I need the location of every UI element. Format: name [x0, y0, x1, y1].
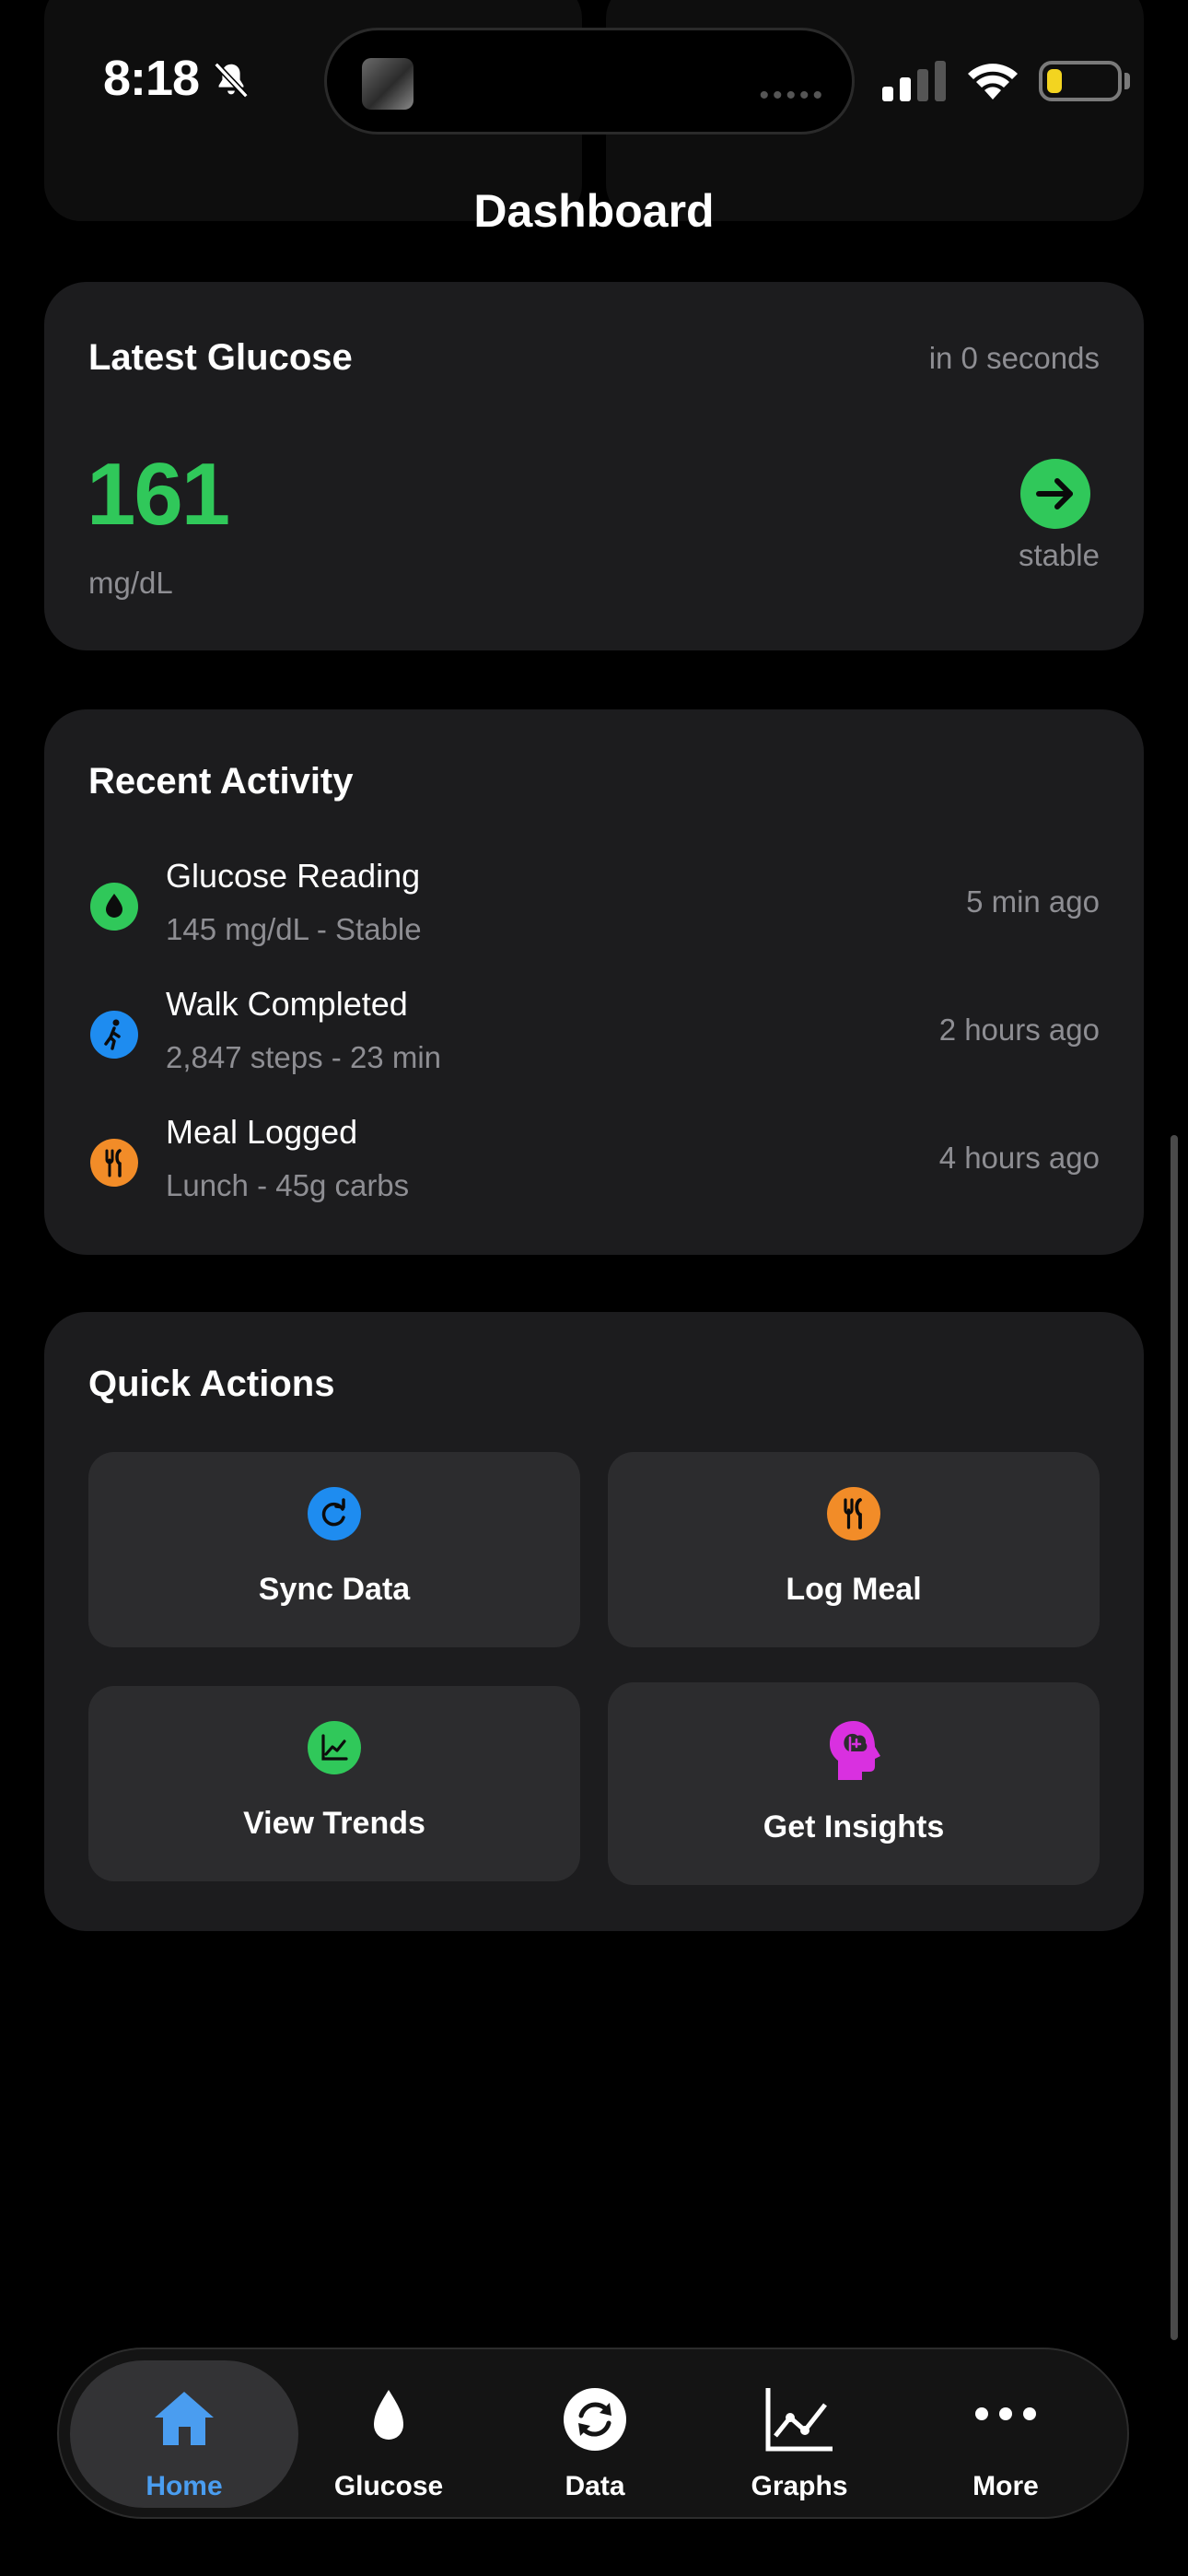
tab-label: Graphs [751, 2471, 848, 2501]
activity-item[interactable]: Meal Logged Lunch - 45g carbs 4 hours ag… [44, 1113, 1144, 1224]
view-trends-button[interactable]: View Trends [88, 1686, 580, 1881]
tab-more[interactable]: More [904, 2349, 1107, 2521]
activity-title: Walk Completed [166, 985, 408, 1023]
log-meal-button[interactable]: Log Meal [608, 1452, 1100, 1647]
sync-icon [564, 2388, 626, 2451]
card-title: Quick Actions [88, 1364, 335, 1404]
tab-graphs[interactable]: Graphs [698, 2349, 901, 2521]
battery-nub [1124, 73, 1130, 89]
trend-label: stable [1018, 538, 1100, 572]
home-icon [155, 2392, 214, 2445]
app-screen: 8:18 ••••• Dashboard Latest Glucose in 0… [0, 0, 1188, 2576]
glucose-unit: mg/dL [88, 566, 173, 600]
last-updated-label: in 0 seconds [928, 341, 1100, 375]
status-time: 8:18 [103, 51, 200, 106]
sync-data-button[interactable]: Sync Data [88, 1452, 580, 1647]
quick-action-label: Get Insights [763, 1809, 945, 1844]
tab-home[interactable]: Home [83, 2349, 285, 2521]
wifi-icon [968, 64, 1018, 100]
activity-time: 2 hours ago [938, 1013, 1100, 1047]
activity-subtitle: 145 mg/dL - Stable [166, 912, 422, 946]
battery-level [1047, 69, 1062, 93]
quick-action-label: View Trends [243, 1806, 425, 1841]
tab-data[interactable]: Data [494, 2349, 696, 2521]
battery-icon [1039, 61, 1122, 101]
latest-glucose-card[interactable]: Latest Glucose in 0 seconds 161 mg/dL st… [44, 282, 1144, 650]
activity-subtitle: 2,847 steps - 23 min [166, 1040, 441, 1074]
droplet-icon [374, 2390, 403, 2440]
trend-arrow-right-icon [1020, 459, 1090, 529]
recent-activity-card: Recent Activity Glucose Reading 145 mg/d… [44, 709, 1144, 1255]
activity-time: 4 hours ago [938, 1141, 1100, 1175]
droplet-icon [90, 883, 138, 931]
get-insights-button[interactable]: Get Insights [608, 1682, 1100, 1885]
quick-action-label: Log Meal [786, 1572, 922, 1607]
quick-action-label: Sync Data [258, 1572, 411, 1607]
card-title: Latest Glucose [88, 337, 353, 378]
utensils-icon [827, 1487, 880, 1540]
scroll-indicator[interactable] [1171, 1135, 1178, 2340]
activity-item[interactable]: Walk Completed 2,847 steps - 23 min 2 ho… [44, 985, 1144, 1095]
glucose-value: 161 [87, 445, 230, 544]
dynamic-island[interactable]: ••••• [324, 28, 855, 135]
card-title: Recent Activity [88, 761, 354, 802]
tab-bar: Home Glucose Data Graphs More [57, 2348, 1129, 2519]
activity-subtitle: Lunch - 45g carbs [166, 1168, 410, 1202]
activity-title: Glucose Reading [166, 857, 421, 895]
tab-label: More [973, 2471, 1039, 2501]
tab-glucose[interactable]: Glucose [287, 2349, 490, 2521]
activity-time: 5 min ago [966, 884, 1100, 919]
more-dots-icon [975, 2407, 1036, 2420]
tab-label: Data [565, 2471, 625, 2501]
utensils-icon [90, 1139, 138, 1187]
quick-actions-card: Quick Actions Sync Data Log Meal View Tr… [44, 1312, 1144, 1931]
page-title: Dashboard [473, 185, 715, 237]
trend-chart-icon [308, 1721, 361, 1774]
now-playing-artwork[interactable] [362, 58, 413, 110]
cellular-signal-icon [882, 61, 946, 101]
audio-waveform-icon: ••••• [759, 80, 826, 111]
tab-label: Home [146, 2471, 223, 2501]
tab-label: Glucose [333, 2471, 444, 2501]
activity-item[interactable]: Glucose Reading 145 mg/dL - Stable 5 min… [44, 857, 1144, 967]
line-chart-icon [765, 2388, 833, 2452]
bell-muted-icon [214, 62, 249, 99]
activity-title: Meal Logged [166, 1113, 358, 1151]
walk-icon [90, 1011, 138, 1059]
brain-head-icon [824, 1717, 883, 1784]
sync-icon [308, 1487, 361, 1540]
